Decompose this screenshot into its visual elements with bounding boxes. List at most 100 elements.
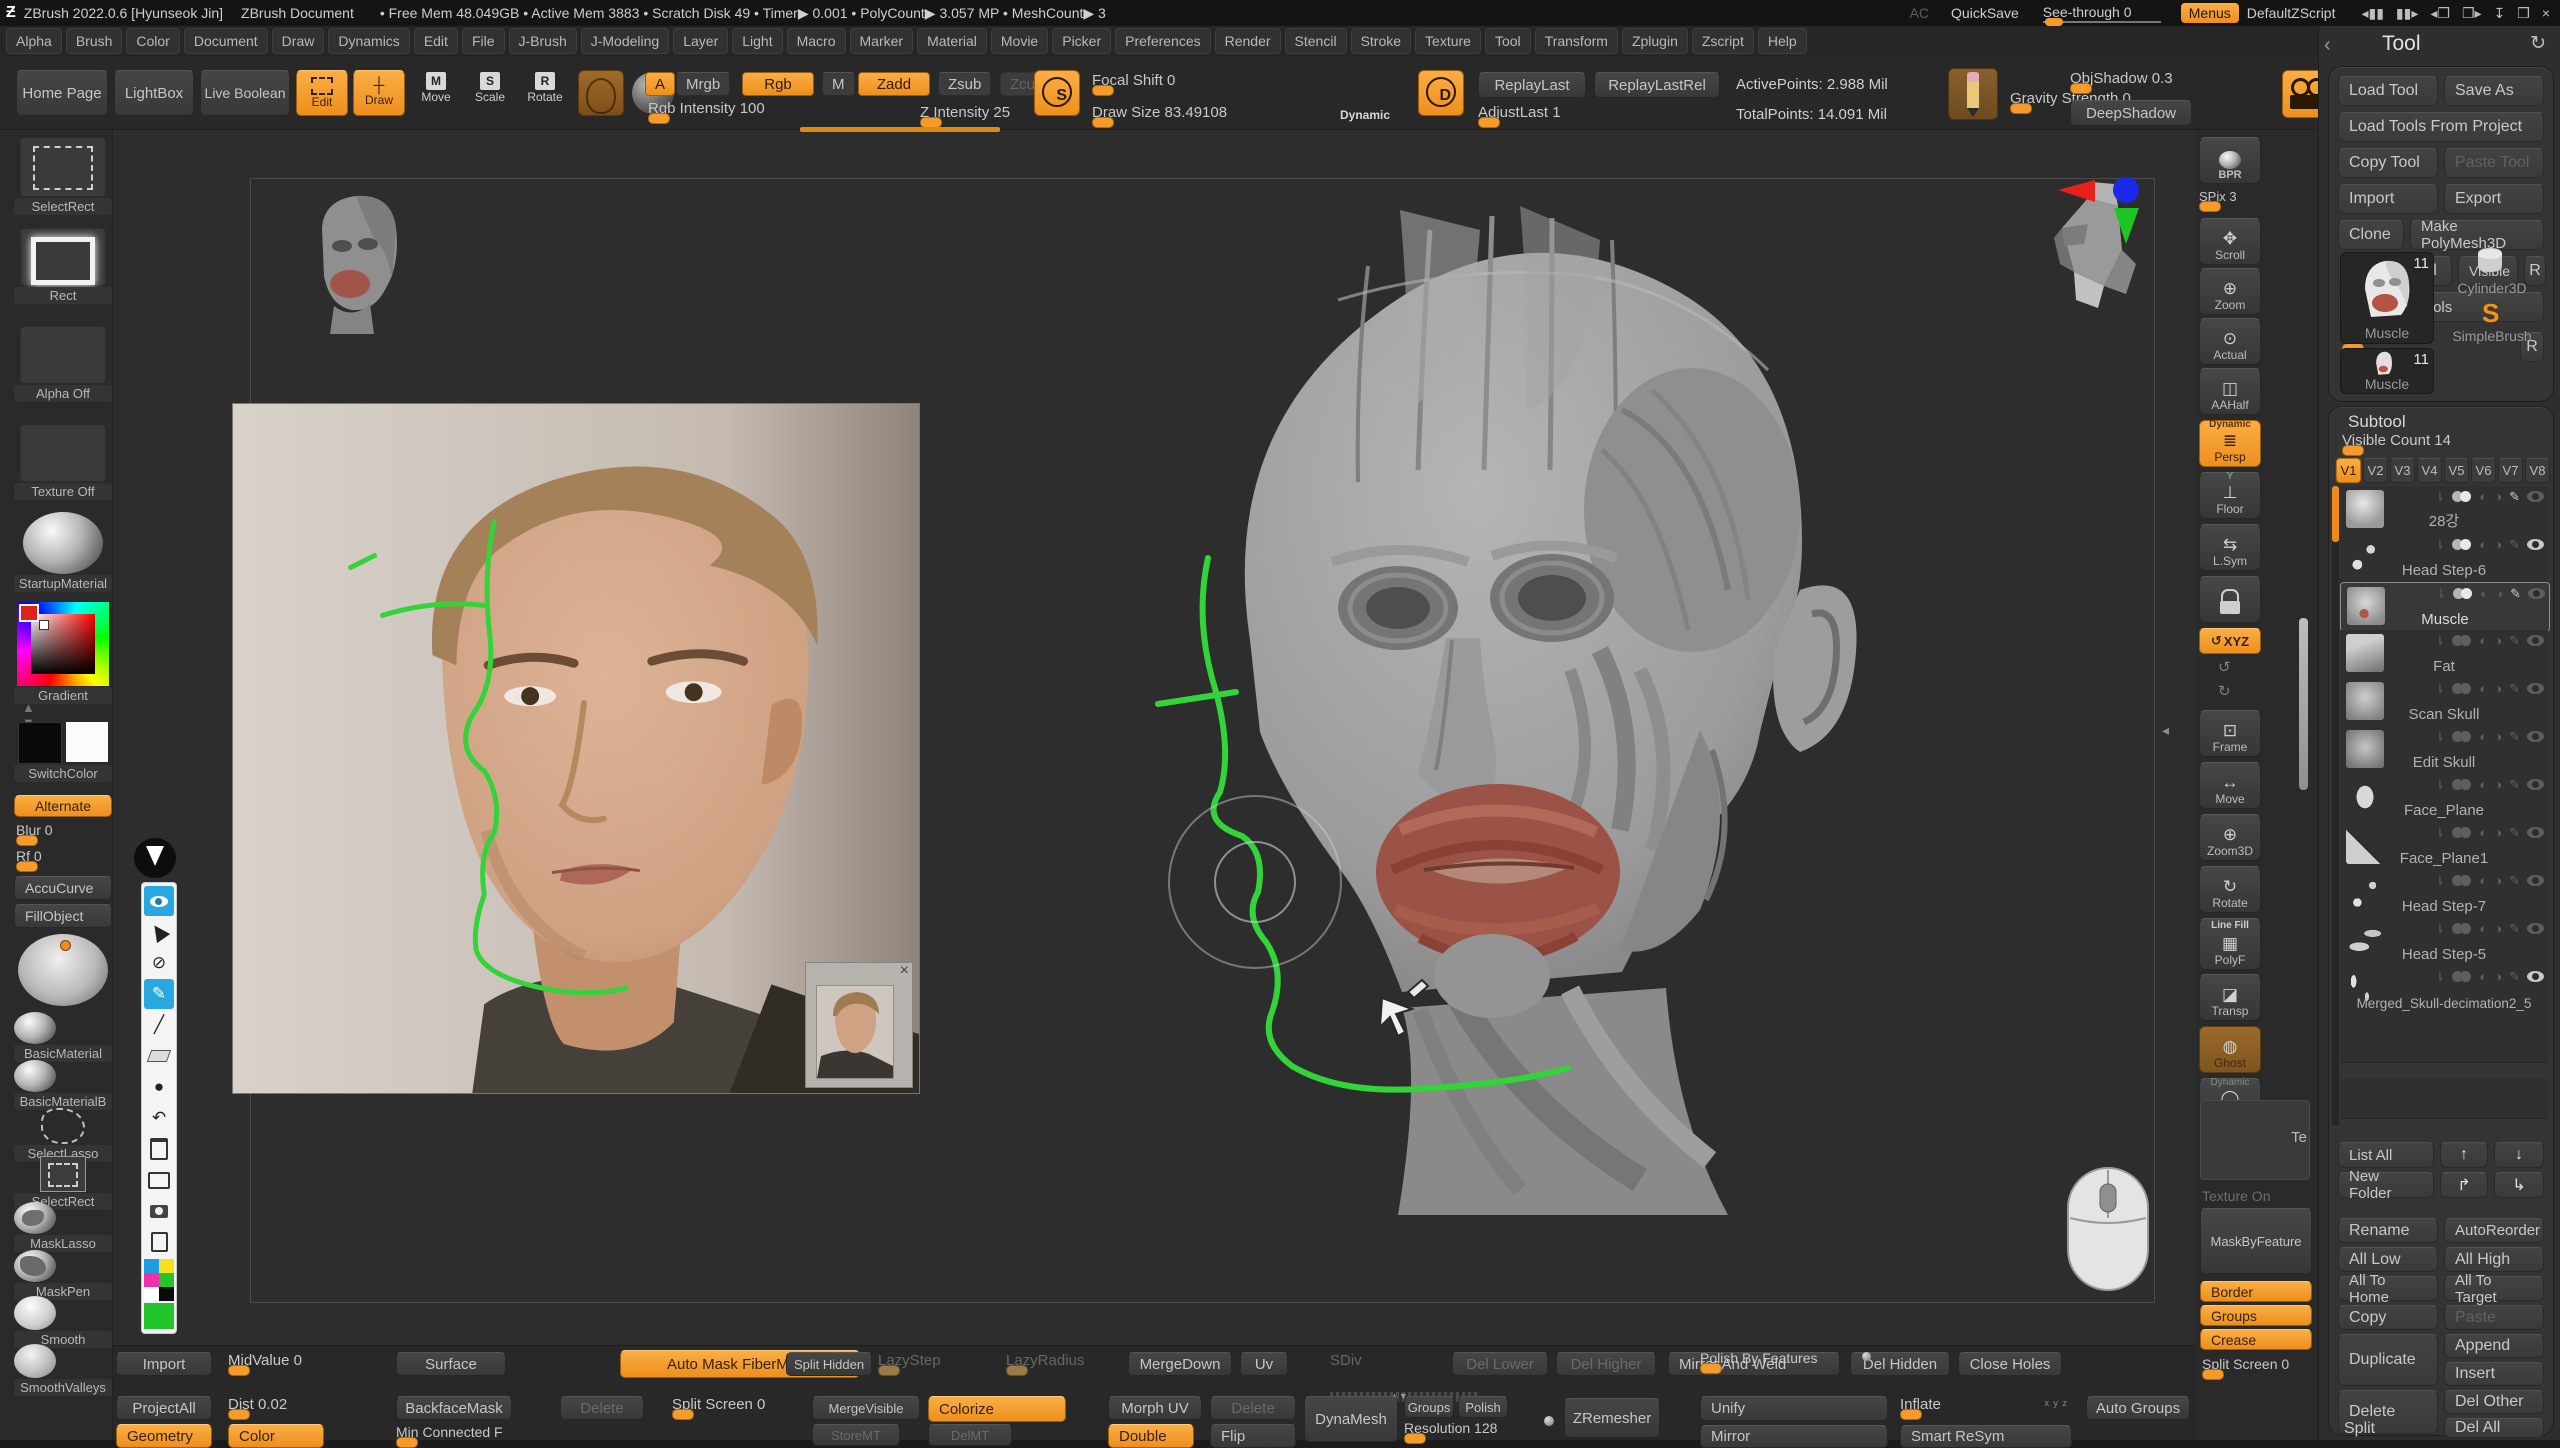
all-to-home-button[interactable]: All To Home — [2338, 1276, 2438, 1301]
rotate-y-button[interactable]: ↺ — [2218, 658, 2231, 676]
menu-file[interactable]: File — [462, 28, 505, 54]
subtool-row-empty-2[interactable] — [2340, 1078, 2548, 1119]
tab-v2[interactable]: V2 — [2363, 458, 2388, 483]
tab-v1[interactable]: V1 — [2336, 458, 2361, 483]
splithidden-button[interactable]: Split Hidden — [786, 1352, 872, 1376]
annotation-active-color[interactable] — [144, 1303, 174, 1329]
delete-layer-button[interactable]: Delete — [560, 1396, 644, 1420]
annotation-line-tool[interactable]: ╱ — [144, 1010, 174, 1040]
smooth-valleys-brush[interactable]: SmoothValleys — [14, 1344, 112, 1396]
import-button[interactable]: Import — [2338, 184, 2438, 214]
annotation-dot-size[interactable]: ● — [144, 1072, 174, 1102]
menu-transform[interactable]: Transform — [1535, 28, 1618, 54]
smart-resym-button[interactable]: Smart ReSym — [1900, 1425, 2072, 1448]
subtool-out-button[interactable]: ↱ — [2440, 1172, 2488, 1198]
del-lower-button[interactable]: Del Lower — [1452, 1352, 1548, 1376]
colorize-button[interactable]: Colorize — [928, 1396, 1066, 1422]
ghost-button[interactable]: ◍Ghost — [2199, 1026, 2261, 1073]
alt-color-swatch[interactable] — [66, 722, 108, 762]
menu-stencil[interactable]: Stencil — [1285, 28, 1347, 54]
subtool-row-empty-1[interactable] — [2340, 1014, 2548, 1063]
menu-render[interactable]: Render — [1215, 28, 1281, 54]
lsym-button[interactable]: ⇆L.Sym — [2199, 524, 2261, 571]
aahalf-button[interactable]: ◫AAHalf — [2199, 368, 2261, 415]
sdiv-slider[interactable]: SDiv — [1330, 1352, 1440, 1369]
menu-macro[interactable]: Macro — [787, 28, 846, 54]
tab-v3[interactable]: V3 — [2390, 458, 2415, 483]
subtool-row-8[interactable]: ⇂◐◑✎ Head Step-7 — [2340, 870, 2548, 919]
auto-groups-button[interactable]: Auto Groups — [2086, 1396, 2190, 1420]
annotation-undo[interactable]: ↶ — [144, 1103, 174, 1133]
pencil-tool-button[interactable] — [1948, 68, 1998, 120]
rf-slider[interactable]: Rf 0 — [16, 848, 110, 865]
subtool-row-4[interactable]: ⇂◐◑✎ Scan Skull — [2340, 678, 2548, 727]
del-all-button[interactable]: Del All — [2444, 1418, 2544, 1438]
subtool-header[interactable]: Subtool — [2348, 412, 2406, 432]
menu-zplugin[interactable]: Zplugin — [1622, 28, 1688, 54]
subtool-scrollbar-thumb[interactable] — [2332, 486, 2339, 542]
subtool-up-button[interactable]: ↑ — [2440, 1142, 2488, 1168]
menu-texture[interactable]: Texture — [1415, 28, 1481, 54]
brush-preview[interactable] — [578, 70, 624, 116]
annotation-whiteboard[interactable] — [144, 1165, 174, 1195]
annotation-cursor-tool[interactable] — [144, 917, 174, 947]
transp-button[interactable]: ◪Transp — [2199, 974, 2261, 1021]
geometry-section-button[interactable]: Geometry — [116, 1424, 212, 1448]
duplicate-button[interactable]: Duplicate — [2338, 1334, 2438, 1386]
annotation-eye-tool[interactable] — [144, 886, 174, 916]
menu-draw[interactable]: Draw — [272, 28, 325, 54]
export-button[interactable]: Export — [2444, 184, 2544, 214]
see-through-slider[interactable]: See-through 0 — [2043, 4, 2161, 23]
main-color-swatch[interactable] — [18, 722, 62, 764]
annotation-screenshot[interactable] — [144, 1196, 174, 1226]
frame-button[interactable]: ⊡Frame — [2199, 710, 2261, 757]
annotation-palette[interactable] — [144, 1259, 174, 1301]
merge-down-palette-button[interactable]: MergeDown — [1128, 1352, 1232, 1376]
color-picker[interactable]: Gradient — [14, 602, 112, 704]
split-screen-slider-left[interactable]: Split Screen 0 — [672, 1396, 802, 1413]
menu-material[interactable]: Material — [917, 28, 987, 54]
tool-item-simplebrush[interactable]: S SimpleBrush — [2440, 300, 2544, 344]
subtool-row-5[interactable]: ⇂◐◑✎ Edit Skull — [2340, 726, 2548, 775]
polish-by-features-slider-main[interactable]: Polish By Features — [1700, 1350, 1872, 1367]
tool-item-cylinder[interactable]: Cylinder3D — [2440, 252, 2544, 296]
inset-close-button[interactable]: × — [900, 962, 909, 980]
tab-v6[interactable]: V6 — [2471, 458, 2496, 483]
select-lasso-brush[interactable]: SelectLasso — [14, 1108, 112, 1162]
subtool-row-6[interactable]: ⇂◐◑✎ Face_Plane — [2340, 774, 2548, 823]
close-holes-palette-button[interactable]: Close Holes — [1958, 1352, 2062, 1376]
double-button[interactable]: Double — [1108, 1424, 1194, 1448]
load-tools-from-project-button[interactable]: Load Tools From Project — [2338, 112, 2544, 142]
tab-v7[interactable]: V7 — [2498, 458, 2523, 483]
draw-button[interactable]: ┼ Draw — [353, 70, 405, 116]
surface-button[interactable]: Surface — [396, 1352, 506, 1376]
tab-v4[interactable]: V4 — [2417, 458, 2442, 483]
tool-item-muscle-small[interactable]: 11 Muscle — [2340, 348, 2434, 394]
rotate-z-button[interactable]: ↻ — [2218, 682, 2231, 700]
menu-zscript[interactable]: Zscript — [1692, 28, 1754, 54]
draw-size-slider[interactable]: Draw Size 83.49108 — [1092, 104, 1322, 121]
mirror-button[interactable]: Mirror — [1700, 1425, 1888, 1448]
subtool-row-0[interactable]: ⇂◐◑✎ 28강 — [2340, 486, 2548, 535]
material-selector[interactable]: StartupMaterial — [14, 512, 112, 592]
mergevisible-button[interactable]: MergeVisible — [812, 1396, 920, 1420]
adjust-last-slider[interactable]: AdjustLast 1 — [1478, 104, 1720, 121]
new-folder-button[interactable]: New Folder — [2338, 1172, 2434, 1198]
subtool-row-9[interactable]: ⇂◐◑✎ Head Step-5 — [2340, 918, 2548, 967]
rgb-intensity-slider[interactable]: Rgb Intensity 100 — [648, 100, 878, 117]
groups-toggle-button[interactable]: Groups — [1404, 1396, 1454, 1418]
tab-v5[interactable]: V5 — [2444, 458, 2469, 483]
menu-brush[interactable]: Brush — [66, 28, 123, 54]
scroll-button[interactable]: ✥Scroll — [2199, 218, 2261, 265]
focal-shift-slider[interactable]: Focal Shift 0 — [1092, 72, 1322, 89]
tray-right-icon[interactable]: ▮▮▸ — [2396, 5, 2418, 22]
rgb-toggle[interactable]: Rgb — [742, 72, 814, 96]
restore-icon[interactable]: ❒ — [2517, 5, 2530, 22]
floor-button[interactable]: Y ⊥Floor — [2199, 472, 2261, 519]
menu-movie[interactable]: Movie — [991, 28, 1048, 54]
subtool-copy-button[interactable]: Copy — [2338, 1305, 2438, 1330]
annotation-clear[interactable] — [144, 1134, 174, 1164]
alpha-chip[interactable]: A — [645, 72, 675, 96]
subtool-paste-button[interactable]: Paste — [2444, 1305, 2544, 1330]
load-tool-button[interactable]: Load Tool — [2338, 76, 2438, 106]
